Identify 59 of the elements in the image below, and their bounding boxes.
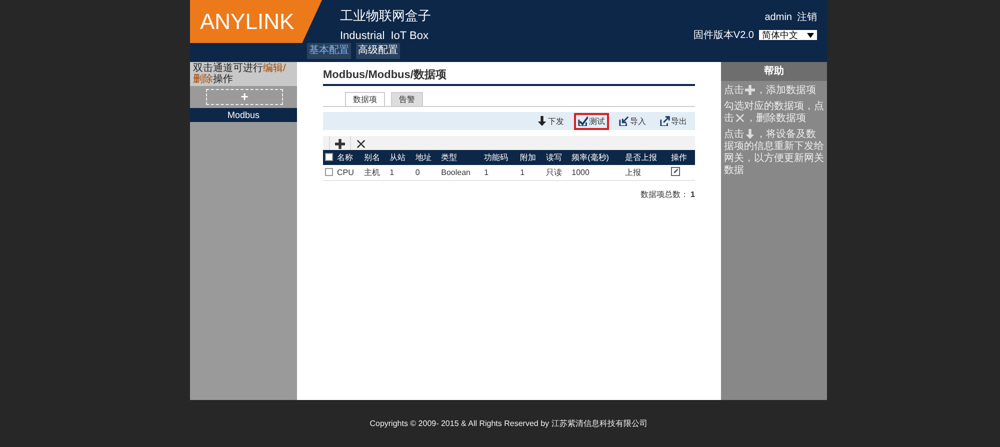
plus-icon — [335, 138, 345, 149]
table-cell: CPU — [335, 165, 362, 180]
total-count: 1 — [690, 190, 695, 199]
nav-tab[interactable]: 基本配置 — [307, 43, 351, 59]
help-text: 点击 ，将设备及数据项的信息重新下发给网关，以方便更新网关数据 — [724, 129, 824, 177]
column-header: 附加 — [518, 150, 544, 165]
channel-item[interactable]: Modbus — [190, 108, 297, 122]
action-button[interactable]: 导入 — [615, 112, 650, 130]
plus-icon — [745, 85, 755, 96]
table-cell: 上报 — [622, 165, 670, 180]
column-header: 功能码 — [482, 150, 518, 165]
export-icon — [660, 116, 670, 126]
nav-tab[interactable]: 高级配置 — [356, 43, 400, 59]
caret-icon — [807, 32, 814, 38]
table-cell: 主机 — [362, 165, 388, 180]
checkmark-icon — [578, 116, 588, 126]
edit-icon[interactable] — [671, 167, 680, 176]
language-select[interactable]: 简体中文 — [759, 30, 817, 40]
logout-link[interactable]: 注销 — [797, 10, 817, 24]
cross-icon — [356, 138, 366, 149]
action-button[interactable]: 导出 — [656, 112, 691, 130]
cross-icon — [735, 113, 745, 124]
total-label: 数据项总数： — [640, 190, 689, 199]
username: admin — [764, 12, 792, 22]
column-header: 类型 — [439, 150, 482, 165]
column-header: 频率(毫秒) — [570, 150, 623, 165]
firmware-version: 固件版本V2.0 — [693, 28, 754, 42]
table-cell: 1 — [518, 165, 544, 180]
product-title: 工业物联网盒子 — [340, 7, 431, 25]
table-cell: 0 — [413, 165, 440, 180]
notice-text: 双击通道可进行编辑/删除操作 — [190, 62, 297, 86]
column-header: 地址 — [413, 150, 440, 165]
column-header: 是否上报 — [622, 150, 670, 165]
action-button[interactable]: 下发 — [533, 112, 568, 130]
copyright-text: Copyrights © 2009- 2015 & All Rights Reserved by 江苏紫清信息科技有限公司 — [370, 418, 648, 428]
action-button[interactable]: 测试 — [574, 112, 609, 130]
help-text: 勾选对应的数据项，点击 ，删除数据项 — [724, 101, 824, 125]
column-header: 读写 — [544, 150, 570, 165]
tab[interactable]: 数据项 — [345, 92, 385, 106]
table-cell: 1 — [388, 165, 414, 180]
column-header: 名称 — [335, 150, 362, 165]
download-icon — [745, 129, 755, 140]
help-text: 点击 ，添加数据项 — [724, 85, 817, 97]
column-header: 别名 — [362, 150, 388, 165]
logo: ANYLINK — [190, 0, 322, 43]
column-header: 操作 — [669, 150, 695, 165]
breadcrumb: Modbus/Modbus/数据项 — [323, 62, 695, 86]
help-title: 帮助 — [721, 62, 827, 81]
tab[interactable]: 告警 — [391, 92, 423, 106]
select-all-checkbox[interactable] — [325, 152, 333, 160]
row-checkbox[interactable] — [325, 168, 333, 176]
table-cell: Boolean — [439, 165, 482, 180]
table-cell: 1000 — [570, 165, 623, 180]
product-subtitle: Industrial IoT Box — [340, 30, 430, 42]
column-header: 从站 — [388, 150, 414, 165]
table-cell: 1 — [482, 165, 518, 180]
import-icon — [619, 116, 629, 126]
download-icon — [537, 116, 547, 126]
table-cell: 只读 — [544, 165, 570, 180]
